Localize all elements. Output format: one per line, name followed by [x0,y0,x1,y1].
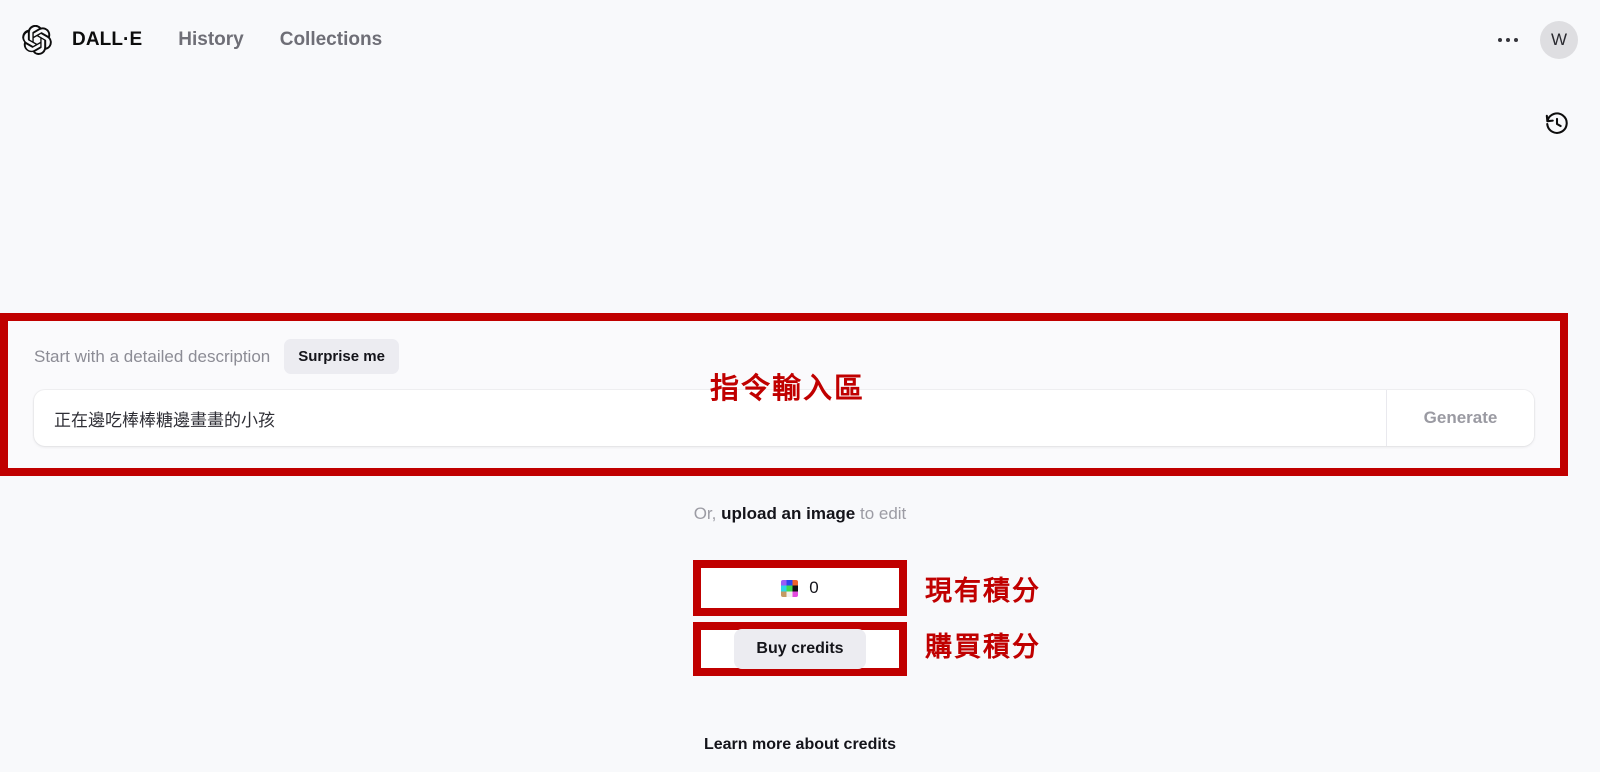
ellipsis-icon[interactable] [1498,38,1518,42]
composer-hint-text: Start with a detailed description [34,346,271,366]
upload-line-prefix: Or, [693,504,722,523]
nav-history[interactable]: History [178,29,243,51]
buy-credits-row: Buy credits 購買積分 [693,616,1039,676]
ellipsis-dot [1506,38,1510,42]
annotation-label-composer: 指令輸入區 [710,371,866,405]
generate-button[interactable]: Generate [1386,390,1534,446]
upload-image-line: Or, upload an image to edit [0,504,1600,524]
openai-logo-icon[interactable] [22,25,52,55]
credit-balance-row: 0 現有積分 [693,560,1039,616]
credit-count-value: 0 [809,578,819,597]
annotation-label-buy-credits: 購買積分 [925,632,1041,663]
history-clock-icon[interactable] [1544,111,1570,137]
top-navigation-bar: DALL·E History Collections W [0,0,1600,80]
credits-color-grid-icon [781,579,799,597]
surprise-me-button[interactable]: Surprise me [284,339,399,374]
annotation-label-credit-balance: 現有積分 [925,576,1041,607]
upload-line-suffix: to edit [855,504,907,523]
credits-section: 0 現有積分 Buy credits 購買積分 [0,560,1600,676]
credit-balance-button[interactable]: 0 [767,572,832,604]
canvas-empty-area [0,80,1600,313]
avatar[interactable]: W [1540,21,1578,59]
learn-more-about-credits-link[interactable]: Learn more about credits [0,736,1600,754]
annotation-box-credit-balance: 0 [693,560,907,616]
composer-section: Start with a detailed description Surpri… [0,313,1600,476]
nav-collections[interactable]: Collections [280,29,382,51]
brand-title: DALL·E [72,29,143,50]
ellipsis-dot [1498,38,1502,42]
buy-credits-button[interactable]: Buy credits [734,629,866,669]
upload-an-image-link[interactable]: upload an image [721,504,855,523]
annotation-box-buy-credits: Buy credits [693,622,907,676]
ellipsis-dot [1514,38,1518,42]
